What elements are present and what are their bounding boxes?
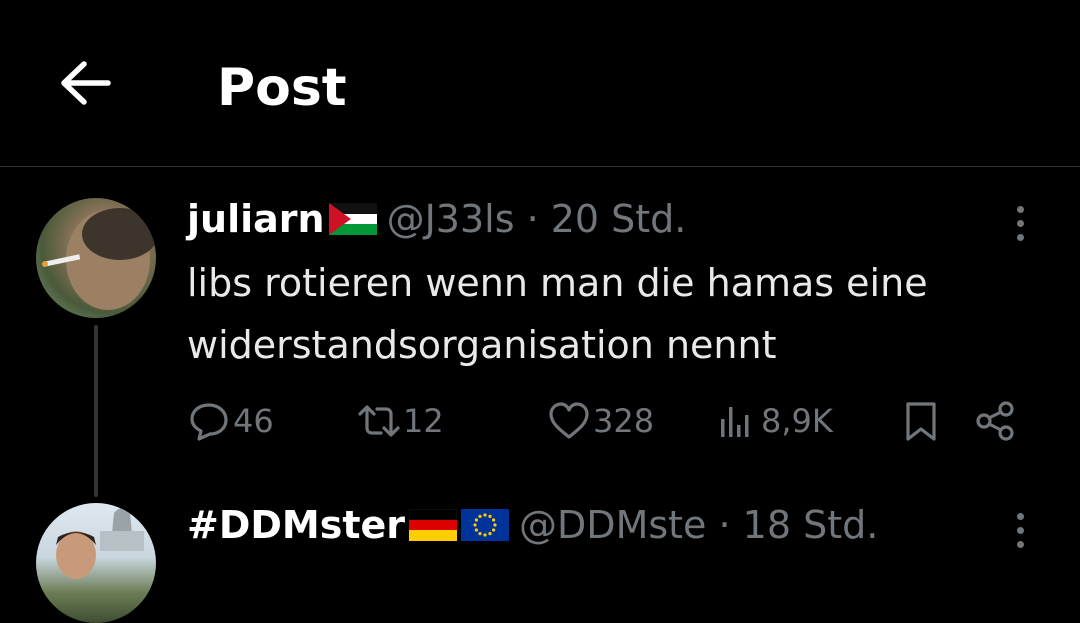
view-count: 8,9K [761,402,833,440]
tweet-text-line: widerstandsorganisation nennt [187,323,777,367]
more-options-button[interactable] [1005,505,1035,555]
like-button[interactable]: 328 [547,395,654,447]
tweet-actions: 46 12 328 8,9K [187,395,1027,447]
display-name[interactable]: #DDMster [187,503,405,547]
views-button[interactable]: 8,9K [715,395,833,447]
repost-button[interactable]: 12 [357,395,444,447]
arrow-left-icon [61,61,111,105]
avatar[interactable] [36,198,156,318]
avatar-image [42,208,156,310]
repost-icon [358,405,400,437]
bookmark-button[interactable] [899,395,943,447]
handle-and-time[interactable]: @DDMste · 18 Std. [519,503,878,547]
back-button[interactable] [56,54,114,112]
more-dots-icon [1016,205,1024,213]
top-bar: Post [0,0,1080,166]
share-button[interactable] [973,395,1017,447]
thread-line [94,325,98,497]
germany-flag-icon [409,509,458,541]
reply-count: 46 [233,402,274,440]
tweet-text: libs rotieren wenn man die hamas eine wi… [187,252,1047,376]
tweet-header: juliarn @J33ls · 20 Std. [187,194,686,244]
page-title: Post [217,58,347,118]
repost-count: 12 [403,402,444,440]
display-name[interactable]: juliarn [187,197,325,241]
eu-flag-icon [461,509,510,541]
like-count: 328 [593,402,655,440]
reply-icon [190,403,228,441]
share-icon [976,401,1014,441]
heart-icon [549,402,589,439]
avatar-image [56,508,144,579]
more-options-button[interactable] [1005,198,1035,248]
more-dots-icon [1016,512,1024,520]
header-divider [0,166,1080,167]
handle-and-time[interactable]: @J33ls · 20 Std. [387,197,687,241]
palestine-flag-icon [328,203,377,235]
reply-button[interactable]: 46 [187,395,274,447]
tweet-text-line: libs rotieren wenn man die hamas eine [187,261,928,305]
avatar[interactable] [36,503,156,623]
tweet-header: #DDMster @DDMste · 18 Std. [187,500,878,550]
analytics-icon [721,407,749,437]
bookmark-icon [906,402,936,441]
